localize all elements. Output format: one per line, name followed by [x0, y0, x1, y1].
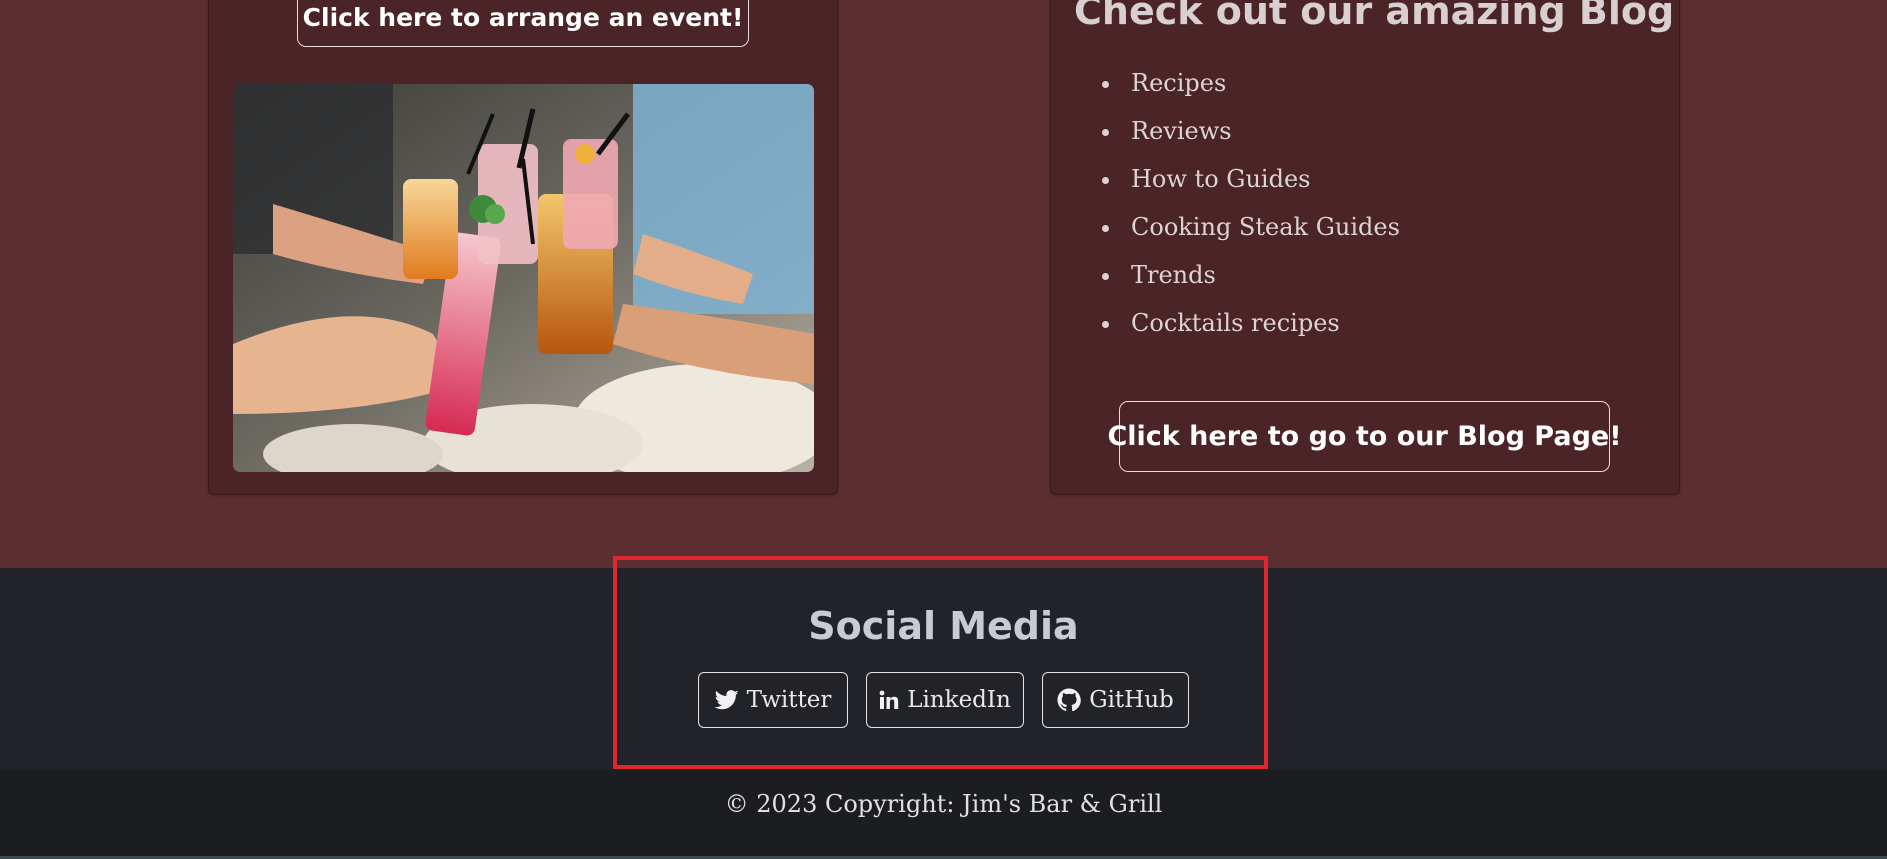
blog-topics-list: Recipes Reviews How to Guides Cooking St… — [1123, 59, 1400, 347]
highlight-box — [613, 556, 1268, 769]
copyright-text: © 2023 Copyright: Jim's Bar & Grill — [724, 790, 1163, 818]
list-item: Cooking Steak Guides — [1123, 203, 1400, 251]
blog-card: Check out our amazing Blog Recipes Revie… — [1050, 0, 1680, 495]
list-item: Cocktails recipes — [1123, 299, 1400, 347]
blog-title: Check out our amazing Blog — [1074, 0, 1675, 33]
list-item: Reviews — [1123, 107, 1400, 155]
blog-page-button[interactable]: Click here to go to our Blog Page! — [1107, 401, 1622, 472]
cocktails-photo — [233, 84, 814, 472]
list-item: How to Guides — [1123, 155, 1400, 203]
list-item: Trends — [1123, 251, 1400, 299]
arrange-event-button[interactable]: Click here to arrange an event! — [297, 0, 749, 47]
events-card: Click here to arrange an event! — [208, 0, 838, 495]
list-item: Recipes — [1123, 59, 1400, 107]
